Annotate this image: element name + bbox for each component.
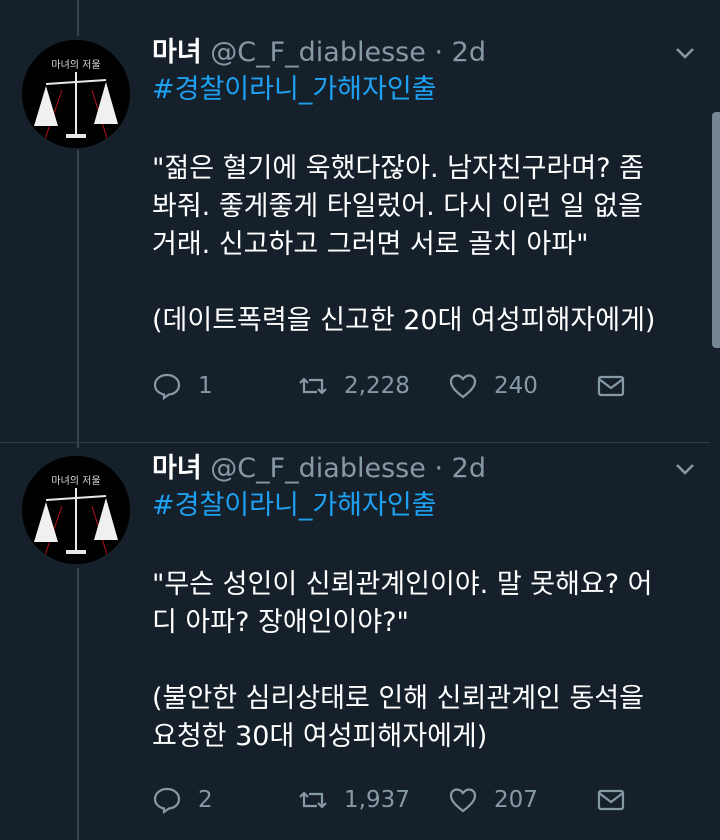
tweet-2[interactable]: 마녀의 저울 마녀 @C_F_diablesse · 2d #경찰이라니_가해자… [0, 452, 710, 840]
reply-icon [153, 373, 181, 401]
reply-count: 2 [198, 787, 213, 813]
reply-button[interactable]: 1 [152, 370, 213, 402]
tweet-divider [0, 442, 710, 443]
reply-button[interactable]: 2 [152, 784, 213, 816]
retweet-count: 1,937 [344, 787, 410, 813]
hashtag-link[interactable]: #경찰이라니_가해자인출 [152, 73, 437, 107]
avatar[interactable]: 마녀의 저울 [22, 456, 130, 564]
timestamp[interactable]: 2d [452, 37, 486, 68]
display-name[interactable]: 마녀 [152, 37, 202, 68]
dm-button[interactable] [596, 784, 642, 816]
retweet-icon [299, 377, 327, 395]
tweet-header: 마녀 @C_F_diablesse · 2d [152, 36, 486, 70]
avatar[interactable]: 마녀의 저울 [22, 40, 130, 148]
action-bar: 2 1,937 207 [152, 784, 642, 816]
chevron-down-icon[interactable] [674, 458, 696, 480]
dm-button[interactable] [596, 370, 642, 402]
user-handle[interactable]: @C_F_diablesse [210, 453, 426, 484]
reply-icon [153, 787, 181, 815]
reply-count: 1 [198, 373, 213, 399]
heart-icon [449, 374, 477, 399]
envelope-icon [597, 375, 625, 397]
retweet-count: 2,228 [344, 373, 410, 399]
thread-line-top [77, 0, 79, 36]
tweet-text: "젊은 혈기에 욱했다잖아. 남자친구라며? 좀 봐줘. 좋게좋게 타일렀어. … [152, 153, 656, 336]
separator-dot: · [434, 453, 444, 484]
avatar-title: 마녀의 저울 [51, 60, 101, 71]
tweet-header: 마녀 @C_F_diablesse · 2d [152, 452, 486, 486]
action-bar: 1 2,228 240 [152, 370, 642, 402]
scrollbar[interactable] [710, 0, 720, 840]
like-count: 240 [494, 373, 538, 399]
like-button[interactable]: 240 [448, 370, 538, 402]
chevron-down-icon[interactable] [674, 42, 696, 64]
scrollbar-thumb[interactable] [712, 112, 720, 348]
timestamp[interactable]: 2d [452, 453, 486, 484]
user-handle[interactable]: @C_F_diablesse [210, 37, 426, 68]
heart-icon [449, 788, 477, 813]
display-name[interactable]: 마녀 [152, 453, 202, 484]
like-button[interactable]: 207 [448, 784, 538, 816]
tweet-text: "무슨 성인이 신뢰관계인이야. 말 못해요? 어 디 아파? 장애인이야?" … [152, 569, 653, 752]
envelope-icon [597, 789, 625, 811]
retweet-button[interactable]: 1,937 [298, 784, 410, 816]
hashtag-link[interactable]: #경찰이라니_가해자인출 [152, 489, 437, 523]
tweet-1[interactable]: 마녀의 저울 마녀 @C_F_diablesse · 2d #경찰이라니_가해자… [0, 36, 710, 436]
retweet-icon [299, 791, 327, 809]
retweet-button[interactable]: 2,228 [298, 370, 410, 402]
separator-dot: · [434, 37, 444, 68]
like-count: 207 [494, 787, 538, 813]
avatar-title: 마녀의 저울 [51, 476, 101, 487]
